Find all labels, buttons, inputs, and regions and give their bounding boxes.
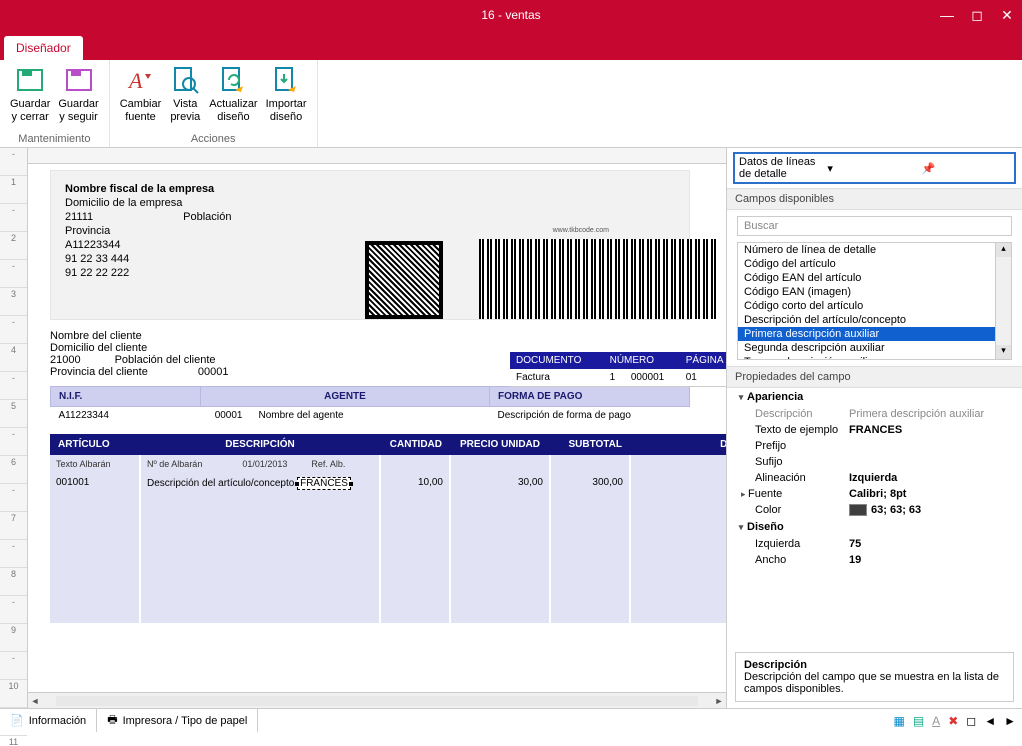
refresh-design-button[interactable]: Actualizar diseño: [205, 62, 261, 131]
tool-icon[interactable]: ▦: [893, 714, 904, 728]
field-item[interactable]: Descripción del artículo/concepto: [738, 313, 1011, 327]
save-continue-icon: [63, 64, 95, 96]
pin-icon[interactable]: 📌: [922, 162, 1010, 175]
tool-icon[interactable]: ▤: [913, 714, 924, 728]
qr-code-icon: [365, 241, 443, 319]
barcode-caption: www.tkbcode.com: [553, 227, 609, 234]
search-input[interactable]: Buscar: [737, 216, 1012, 236]
prop-suffix[interactable]: [845, 454, 1014, 470]
preview-button[interactable]: Vista previa: [165, 62, 205, 131]
available-fields-title: Campos disponibles: [727, 188, 1022, 210]
selected-field[interactable]: FRANCES: [297, 477, 351, 490]
agent-table: N.I.F. AGENTE FORMA DE PAGO A11223344 00…: [50, 386, 690, 424]
fields-listbox[interactable]: Número de línea de detalleCódigo del art…: [737, 242, 1012, 360]
prop-color[interactable]: 63; 63; 63: [845, 502, 1014, 518]
description-box: Descripción Descripción del campo que se…: [735, 652, 1014, 702]
company-address: Domicilio de la empresa: [65, 197, 675, 209]
field-item[interactable]: Código corto del artículo: [738, 299, 1011, 313]
prop-prefix[interactable]: [845, 438, 1014, 454]
prop-left[interactable]: 75: [845, 536, 1014, 552]
import-icon: [270, 64, 302, 96]
barcode-icon: [479, 239, 719, 319]
field-item[interactable]: Tercera descripción auxiliar: [738, 355, 1011, 360]
vertical-ruler: -1-2 -3-4 -5-6 -7-8 -9-10 -11-12 -13-14: [0, 148, 28, 708]
save-continue-button[interactable]: Guardar y seguir: [54, 62, 102, 131]
tool-icon[interactable]: A: [932, 714, 940, 728]
field-item[interactable]: Código EAN (imagen): [738, 285, 1011, 299]
prop-font[interactable]: Calibri; 8pt: [845, 486, 1014, 502]
color-swatch-icon: [849, 504, 867, 516]
design-canvas[interactable]: Régimen especial del criterio de caja No…: [28, 164, 726, 692]
tab-designer[interactable]: Diseñador: [4, 36, 83, 60]
tool-arrow-left-icon[interactable]: ◄: [984, 714, 996, 728]
field-item[interactable]: Número de línea de detalle: [738, 243, 1011, 257]
side-panel: Datos de líneas de detalle ▾ 📌 Campos di…: [726, 148, 1022, 708]
ribbon-tabstrip: Diseñador: [0, 30, 1022, 60]
field-properties-title: Propiedades del campo: [727, 366, 1022, 388]
bottom-toolbar: ▦ ▤ A ✖ ◻ ◄ ►: [887, 714, 1022, 728]
prop-width[interactable]: 19: [845, 552, 1014, 568]
refresh-icon: [217, 64, 249, 96]
section-appearance[interactable]: ▾Apariencia: [735, 388, 1014, 406]
tool-icon[interactable]: ◻: [966, 714, 976, 728]
tab-information[interactable]: 📄 Información: [0, 709, 97, 732]
import-design-button[interactable]: Importar diseño: [262, 62, 311, 131]
client-name: Nombre del cliente: [50, 330, 690, 342]
data-source-combo[interactable]: Datos de líneas de detalle ▾ 📌: [733, 152, 1016, 184]
horizontal-scrollbar[interactable]: ◄►: [28, 692, 726, 708]
detail-lines-table: ARTÍCULO DESCRIPCIÓN CANTIDAD PRECIO UNI…: [50, 434, 726, 623]
client-block: Nombre del cliente Domicilio del cliente…: [50, 330, 690, 378]
prop-align[interactable]: Izquierda: [845, 470, 1014, 486]
minimize-button[interactable]: —: [932, 0, 962, 30]
tab-printer[interactable]: 🖶 Impresora / Tipo de papel: [97, 709, 258, 732]
tool-arrow-right-icon[interactable]: ►: [1004, 714, 1016, 728]
bottom-tabstrip: 📄 Información 🖶 Impresora / Tipo de pape…: [0, 708, 1022, 732]
info-icon: 📄: [10, 714, 24, 727]
close-button[interactable]: ✕: [992, 0, 1022, 30]
maximize-button[interactable]: ◻: [962, 0, 992, 30]
printer-icon: 🖶: [107, 711, 117, 730]
ribbon: Guardar y cerrar Guardar y seguir Manten…: [0, 60, 1022, 148]
company-card: Nombre fiscal de la empresa Domicilio de…: [50, 170, 690, 320]
prop-example[interactable]: FRANCES: [845, 422, 1014, 438]
field-item[interactable]: Segunda descripción auxiliar: [738, 341, 1011, 355]
company-name: Nombre fiscal de la empresa: [65, 183, 675, 195]
save-close-button[interactable]: Guardar y cerrar: [6, 62, 54, 131]
properties-grid: ▾Apariencia DescripciónPrimera descripci…: [727, 388, 1022, 646]
scrollbar[interactable]: ▴▾: [995, 243, 1011, 359]
tool-icon[interactable]: ✖: [948, 714, 958, 728]
section-design[interactable]: ▾Diseño: [735, 518, 1014, 536]
field-item[interactable]: Código del artículo: [738, 257, 1011, 271]
horizontal-ruler: [28, 148, 726, 164]
field-item[interactable]: Código EAN del artículo: [738, 271, 1011, 285]
document-header-table: DOCUMENTONÚMEROPÁGINA Factura100000101: [510, 352, 726, 387]
change-font-button[interactable]: A Cambiar fuente: [116, 62, 166, 131]
preview-icon: [169, 64, 201, 96]
svg-text:A: A: [127, 68, 143, 93]
ribbon-group-actions: Acciones: [116, 131, 311, 147]
font-icon: A: [125, 64, 157, 96]
save-close-icon: [14, 64, 46, 96]
title-bar: 16 - ventas — ◻ ✕: [0, 0, 1022, 30]
window-title: 16 - ventas: [0, 8, 1022, 22]
field-item[interactable]: Primera descripción auxiliar: [738, 327, 1011, 341]
chevron-down-icon: ▾: [827, 162, 915, 175]
ribbon-group-maintenance: Mantenimiento: [6, 131, 103, 147]
